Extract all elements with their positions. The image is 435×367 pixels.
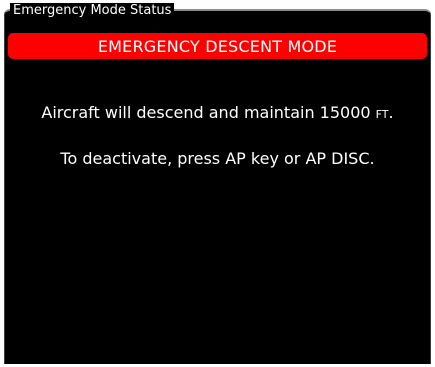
display-frame: Emergency Mode Status EMERGENCY DESCENT … xyxy=(0,0,435,367)
altitude-unit: FT xyxy=(375,108,389,121)
panel-title: Emergency Mode Status xyxy=(10,3,175,19)
emergency-descent-banner: EMERGENCY DESCENT MODE xyxy=(8,33,427,59)
target-altitude-value: 15000 xyxy=(319,103,371,122)
deactivate-instruction: To deactivate, press AP key or AP DISC. xyxy=(60,149,375,168)
descent-altitude-message: Aircraft will descend and maintain 15000… xyxy=(6,103,429,122)
banner-text: EMERGENCY DESCENT MODE xyxy=(97,36,338,56)
emergency-mode-status-panel xyxy=(4,9,431,364)
message-period: . xyxy=(388,103,394,122)
descent-message-text: Aircraft will descend and maintain xyxy=(41,103,320,122)
